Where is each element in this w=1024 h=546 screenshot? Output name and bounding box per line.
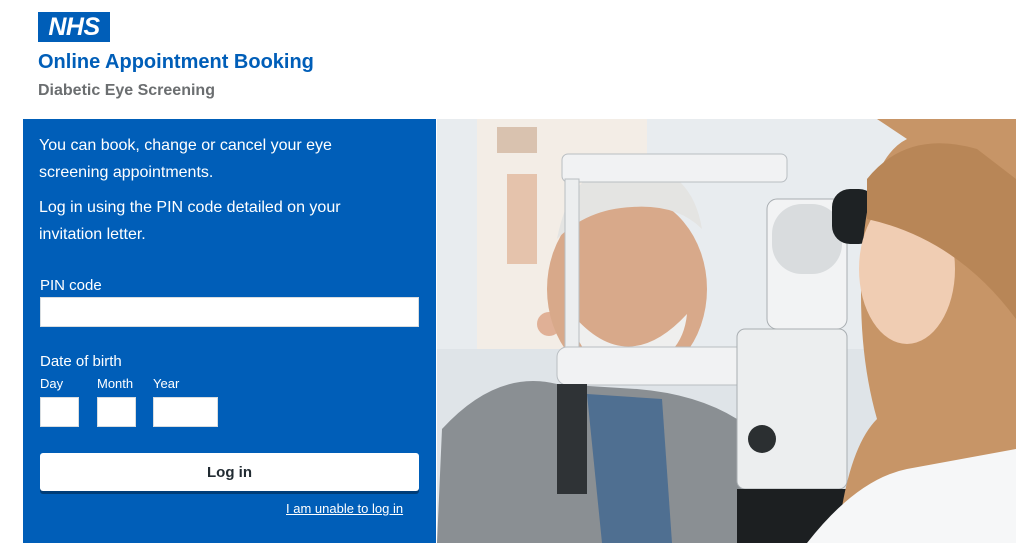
nhs-logo: NHS (38, 12, 110, 42)
page-title: Online Appointment Booking (38, 51, 314, 73)
pin-label: PIN code (40, 277, 102, 294)
login-button[interactable]: Log in (40, 453, 419, 491)
nhs-logo-text: NHS (48, 12, 100, 41)
login-panel: You can book, change or cancel your eye … (23, 119, 436, 543)
intro-text-login: Log in using the PIN code detailed on yo… (39, 199, 341, 243)
photo-illustration (437, 119, 1016, 543)
pin-input[interactable] (40, 297, 419, 327)
page-subtitle: Diabetic Eye Screening (38, 82, 215, 99)
day-label: Day (40, 376, 64, 391)
year-input[interactable] (153, 397, 218, 427)
intro-text-booking: You can book, change or cancel your eye … (39, 137, 332, 181)
year-label: Year (153, 376, 180, 391)
day-input[interactable] (40, 397, 79, 427)
unable-to-login-link[interactable]: I am unable to log in (286, 501, 403, 516)
month-label: Month (97, 376, 134, 391)
month-input[interactable] (97, 397, 136, 427)
eye-examination-photo (437, 119, 1016, 543)
dob-label: Date of birth (40, 353, 122, 370)
